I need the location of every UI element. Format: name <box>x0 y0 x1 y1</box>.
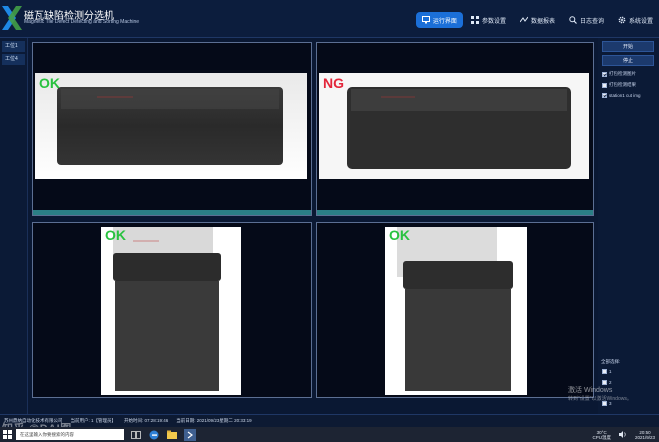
progress-bar-1 <box>33 210 311 215</box>
edge-browser-icon[interactable] <box>148 429 160 441</box>
windows-logo-icon <box>2 430 12 439</box>
clock[interactable]: 20:50 2021/9/23 <box>635 430 655 440</box>
file-explorer-icon[interactable] <box>166 429 178 441</box>
stop-button[interactable]: 停止 <box>602 55 654 66</box>
option-save-results-label: 打包检测结果 <box>609 82 636 87</box>
task-view-icon[interactable] <box>130 429 142 441</box>
count-title: 全部选择: <box>601 359 621 364</box>
status-date: 当前日期: 2021/09/23星期二 20:33:19 <box>176 418 252 423</box>
sidebar-item-station4[interactable]: 工位4 <box>2 54 25 65</box>
option-save-results[interactable]: 打包检测结果 <box>602 82 636 88</box>
start-button[interactable]: 开始 <box>602 41 654 52</box>
app-taskbar-icon[interactable] <box>184 428 196 441</box>
windows-activation-watermark: 激活 Windows 转到"设置"以激活Windows。 <box>568 387 632 403</box>
status-operator: 当前用户: 1【管理员】 <box>70 418 117 423</box>
checkbox-save-images[interactable] <box>602 71 607 77</box>
camera-image-1 <box>35 73 307 179</box>
chart-icon <box>519 16 528 23</box>
app-subtitle: Magnetic Tile Defect Detecting and Sorti… <box>24 19 140 25</box>
option-save-images[interactable]: 打包检测图片 <box>602 71 636 77</box>
count-option-1-label: 1 <box>609 369 612 374</box>
volume-icon[interactable] <box>618 430 627 439</box>
nav-system-label: 系统设置 <box>628 18 653 25</box>
camera-image-2 <box>319 73 589 179</box>
camera-image-4 <box>385 227 527 395</box>
camera-view-3[interactable]: OK <box>32 222 312 398</box>
monitor-icon <box>421 16 430 24</box>
title-bar: 磁瓦缺陷检测分选机 Magnetic Tile Defect Detecting… <box>0 0 659 38</box>
cpu-temp: 30°C CPU温度 <box>592 430 611 440</box>
result-label-4: OK <box>389 227 410 243</box>
nav-log-label: 日志查询 <box>579 18 604 25</box>
result-label-1: OK <box>39 75 60 91</box>
taskbar-search-input[interactable]: 在这里输入你要搜索的内容 <box>16 429 124 440</box>
watermark-line2: 转到"设置"以激活Windows。 <box>568 396 632 402</box>
option-cut-img-label: station1 cut img <box>609 93 641 98</box>
watermark-line1: 激活 Windows <box>568 387 613 394</box>
nav-log[interactable]: 日志查询 <box>563 12 610 28</box>
control-panel: 开始 停止 打包检测图片 打包检测结果 station1 cut img 全部选… <box>598 38 659 414</box>
checkbox-cut-img[interactable] <box>602 93 607 98</box>
nav-report[interactable]: 数据报表 <box>514 12 561 28</box>
nav-system[interactable]: 系统设置 <box>612 12 659 28</box>
system-tray: 30°C CPU温度 20:50 2021/9/23 <box>584 427 655 442</box>
clock-date: 2021/9/23 <box>634 434 655 440</box>
result-label-2: NG <box>323 75 344 91</box>
status-start-time: 开始时间: 07:28:19:46 <box>124 418 169 423</box>
count-option-2-label: 2 <box>609 380 612 385</box>
nav-run-label: 运行界面 <box>432 18 457 25</box>
progress-bar-2 <box>317 210 593 215</box>
camera-view-1[interactable]: OK <box>32 42 312 216</box>
checkbox-count-2[interactable] <box>602 380 607 385</box>
checkbox-save-results[interactable] <box>602 82 607 88</box>
count-option-1[interactable]: 1 <box>602 369 612 374</box>
windows-start-button[interactable] <box>0 427 14 442</box>
app-window: 磁瓦缺陷检测分选机 Magnetic Tile Defect Detecting… <box>0 0 659 442</box>
camera-image-3 <box>101 227 241 395</box>
nav-run[interactable]: 运行界面 <box>415 12 463 28</box>
gear-icon <box>618 16 626 24</box>
camera-view-4[interactable]: OK <box>316 222 594 398</box>
checkbox-count-1[interactable] <box>602 369 607 374</box>
nav-params[interactable]: 参数设置 <box>465 12 512 28</box>
result-label-3: OK <box>105 227 126 243</box>
status-bar: 苏州鼎纳自动化技术有限公司 当前用户: 1【管理员】 开始时间: 07:28:1… <box>0 414 659 427</box>
station-sidebar: 工位1 工位4 <box>0 38 28 414</box>
main-nav: 运行界面 参数设置 数据报表 日志查询 系统设置 <box>414 12 659 28</box>
nav-params-label: 参数设置 <box>481 18 506 25</box>
option-cut-img[interactable]: station1 cut img <box>602 93 641 98</box>
windows-taskbar: 在这里输入你要搜索的内容 30°C CPU温度 20:50 2021/9/23 <box>0 427 659 442</box>
camera-view-2[interactable]: NG <box>316 42 594 216</box>
grid-icon <box>470 16 479 24</box>
nav-report-label: 数据报表 <box>530 18 555 25</box>
app-logo-icon <box>2 6 22 30</box>
sidebar-item-station1[interactable]: 工位1 <box>2 41 25 52</box>
option-save-images-label: 打包检测图片 <box>609 71 636 76</box>
cpu-temp-label: CPU温度 <box>592 434 611 440</box>
search-icon <box>569 16 577 24</box>
count-option-2[interactable]: 2 <box>602 380 612 385</box>
